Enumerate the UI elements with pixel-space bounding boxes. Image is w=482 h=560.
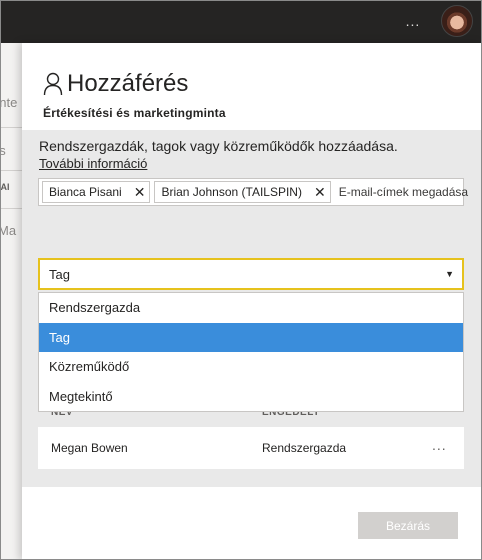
recipient-name: Bianca Pisani: [49, 185, 122, 199]
person-icon: [43, 72, 63, 96]
close-button[interactable]: Bezárás: [358, 512, 458, 539]
chevron-down-icon[interactable]: ▼: [445, 269, 454, 279]
role-dropdown-menu: Rendszergazda Tag Közreműködő Megtekintő: [38, 292, 464, 412]
recipient-chip: Bianca Pisani ✕: [42, 181, 151, 203]
close-icon[interactable]: ✕: [314, 185, 326, 199]
role-select-value: Tag: [49, 266, 70, 282]
table-row: Megan Bowen Rendszergazda ...: [38, 427, 464, 469]
page-title: Hozzáférés: [67, 70, 189, 97]
instructions-text: Rendszergazdák, tagok vagy közreműködők …: [39, 138, 398, 154]
role-option-admin[interactable]: Rendszergazda: [39, 293, 463, 323]
title-row: Hozzáférés: [43, 69, 188, 99]
access-panel: Hozzáférés Értékesítési és marketingmint…: [22, 43, 482, 560]
role-option-viewer[interactable]: Megtekintő: [39, 382, 463, 412]
background-divider: [0, 208, 22, 209]
background-divider: [0, 170, 22, 171]
workspace-name: Értékesítési és marketingminta: [43, 106, 226, 120]
background-text-fragment: NAI: [0, 182, 10, 192]
recipient-name: Brian Johnson (TAILSPIN): [161, 185, 302, 199]
email-input[interactable]: E-mail-címek megadása: [339, 185, 468, 199]
close-icon[interactable]: ✕: [134, 185, 146, 199]
background-page: onte ds NAI Ma: [0, 43, 22, 560]
recipients-input[interactable]: Bianca Pisani ✕ Brian Johnson (TAILSPIN)…: [38, 178, 468, 206]
background-text-fragment: ds: [0, 143, 6, 158]
recipient-chip: Brian Johnson (TAILSPIN) ✕: [154, 181, 331, 203]
background-divider: [0, 127, 22, 128]
role-option-member[interactable]: Tag: [39, 322, 463, 352]
user-name: Megan Bowen: [51, 441, 128, 455]
role-select[interactable]: Tag ▼: [38, 258, 464, 290]
panel-header: Hozzáférés Értékesítési és marketingmint…: [22, 43, 482, 130]
learn-more-link[interactable]: További információ: [39, 156, 147, 171]
role-option-contributor[interactable]: Közreműködő: [39, 352, 463, 382]
row-more-options-icon[interactable]: ...: [432, 437, 447, 453]
more-options-icon[interactable]: ...: [401, 11, 425, 31]
background-text-fragment: Ma: [0, 223, 17, 238]
access-form: Rendszergazdák, tagok vagy közreműködők …: [22, 130, 482, 487]
app-header: ...: [0, 0, 482, 43]
user-permission: Rendszergazda: [262, 441, 347, 455]
avatar[interactable]: [441, 5, 473, 37]
background-text-fragment: onte: [0, 95, 18, 110]
